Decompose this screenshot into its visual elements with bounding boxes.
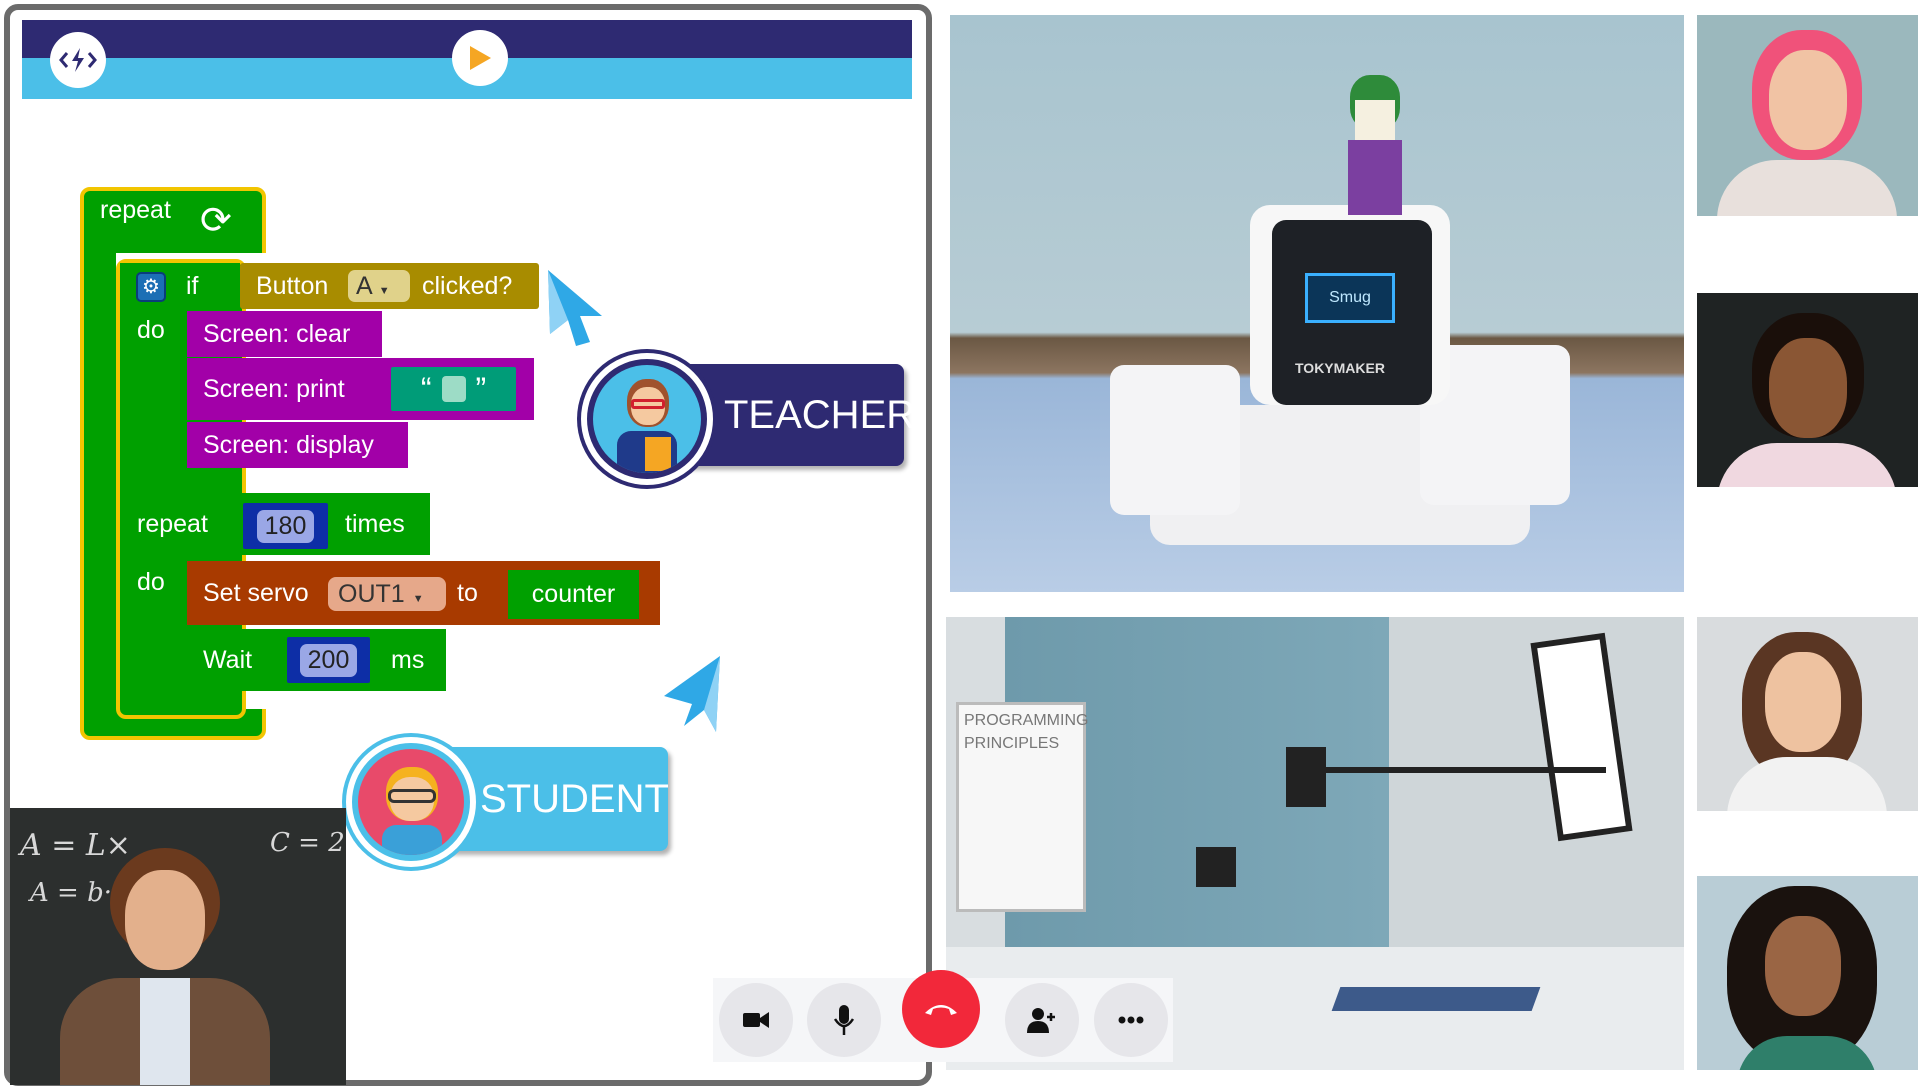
- play-icon[interactable]: [452, 30, 508, 86]
- screen-display-label: Screen: display: [203, 430, 374, 459]
- screen-print-label: Screen: print: [203, 374, 345, 403]
- button-label: Button: [256, 271, 329, 300]
- ms-label: ms: [391, 645, 425, 674]
- hang-up-icon: [925, 1005, 957, 1015]
- button-value: A: [356, 272, 373, 300]
- counter-variable-block[interactable]: counter: [508, 570, 639, 619]
- repeat-label: repeat: [137, 510, 208, 538]
- blackboard-text: C = 2: [270, 828, 345, 858]
- device-brand: TOKYMAKER: [1295, 360, 1385, 376]
- screen-display-block[interactable]: Screen: display: [187, 422, 408, 468]
- quote-close: ”: [475, 370, 487, 407]
- quote-open: “: [420, 370, 432, 407]
- student-badge-label: STUDENT: [480, 776, 669, 821]
- student-cursor-icon: [664, 656, 720, 732]
- wait-value-block[interactable]: 200: [287, 637, 370, 683]
- add-person-button[interactable]: [1005, 983, 1079, 1057]
- gear-icon[interactable]: ⚙: [136, 272, 166, 302]
- participant-video-3: [1697, 617, 1918, 811]
- set-servo-block[interactable]: Set servo OUT1 ▼ to counter: [187, 561, 660, 625]
- teacher-avatar: [581, 353, 713, 485]
- whiteboard-text: PROGRAMMING: [964, 712, 1089, 729]
- teacher-video: A = L× A = b·h/2 C = 2: [10, 808, 346, 1085]
- robot-video: Smug TOKYMAKER: [950, 15, 1684, 592]
- microphone-button[interactable]: [807, 983, 881, 1057]
- set-servo-label: Set servo: [203, 578, 309, 607]
- participant-video-1: [1697, 15, 1918, 216]
- code-bolt-icon[interactable]: [50, 32, 106, 88]
- participant-video-4: [1697, 876, 1918, 1070]
- camera-icon: [743, 1012, 769, 1028]
- more-icon: [1118, 1016, 1144, 1024]
- device-screen-text: Smug: [1305, 273, 1395, 323]
- chevron-down-icon: ▼: [378, 285, 390, 297]
- button-dropdown[interactable]: A ▼: [348, 270, 410, 302]
- screen-clear-label: Screen: clear: [203, 319, 351, 348]
- blackboard-text: A = L×: [20, 828, 131, 863]
- hang-up-button[interactable]: [902, 970, 980, 1048]
- servo-port-value: OUT1: [338, 580, 405, 608]
- clicked-label: clicked?: [422, 271, 513, 300]
- if-label: if: [186, 272, 199, 300]
- wait-block[interactable]: Wait 200 ms: [187, 629, 446, 691]
- camera-button[interactable]: [719, 983, 793, 1057]
- participant-video-2: [1697, 293, 1918, 487]
- repeat-forever-label: repeat: [100, 196, 171, 224]
- wait-label: Wait: [203, 645, 253, 674]
- do-label-2: do: [137, 568, 165, 596]
- to-label: to: [457, 578, 478, 607]
- repeat-count-value[interactable]: 180: [256, 509, 315, 543]
- teacher-badge-label: TEACHER: [724, 392, 916, 437]
- repeat-count-block[interactable]: 180: [243, 503, 328, 549]
- times-label: times: [345, 510, 405, 538]
- student-avatar: [346, 737, 476, 867]
- servo-port-dropdown[interactable]: OUT1 ▼: [328, 577, 446, 611]
- text-string-block[interactable]: “ ”: [391, 367, 516, 411]
- text-input[interactable]: [441, 376, 466, 402]
- screen-clear-block[interactable]: Screen: clear: [187, 311, 382, 357]
- call-controls-bar: [713, 970, 1173, 1062]
- microphone-icon: [834, 1005, 854, 1035]
- chevron-down-icon: ▼: [412, 593, 424, 605]
- add-person-icon: [1027, 1008, 1055, 1033]
- loop-icon: ⟳: [200, 200, 232, 242]
- more-button[interactable]: [1094, 983, 1168, 1057]
- editor-header: [22, 20, 912, 99]
- teacher-cursor-icon: [548, 270, 602, 346]
- do-label: do: [137, 316, 165, 344]
- button-clicked-block[interactable]: Button A ▼ clicked?: [240, 263, 539, 309]
- wait-value[interactable]: 200: [299, 643, 358, 677]
- whiteboard-text: PRINCIPLES: [964, 735, 1060, 752]
